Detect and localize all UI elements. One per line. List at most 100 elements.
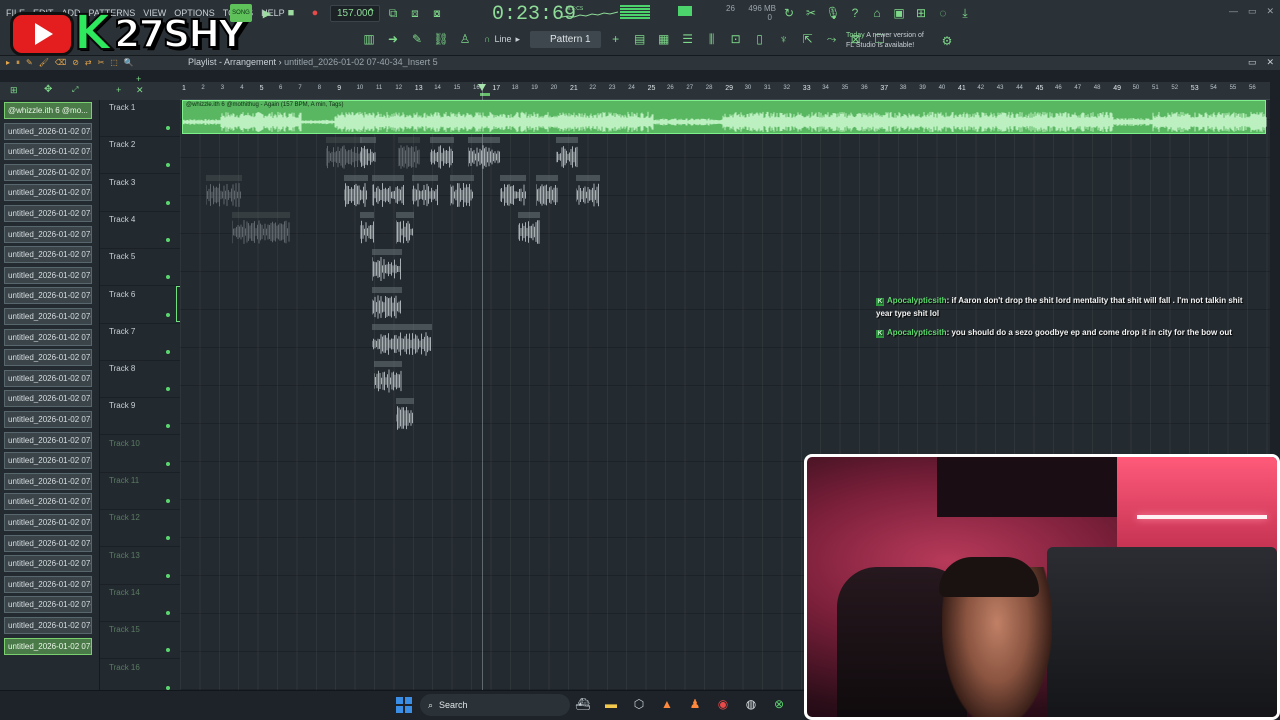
picker-item[interactable]: untitled_2026-01-02 07-... xyxy=(4,431,92,449)
download-icon[interactable]: ⤓ xyxy=(956,4,974,22)
track-mute-led[interactable] xyxy=(166,610,170,615)
pattern-selector[interactable]: Pattern 1 xyxy=(530,30,601,48)
playlist-tool-slip-icon[interactable]: ⇄ xyxy=(85,58,92,68)
plugin-picker-icon[interactable]: ♆ xyxy=(775,30,793,48)
picker-item[interactable]: untitled_2026-01-02 07-... xyxy=(4,493,92,511)
audio-clip[interactable] xyxy=(398,137,420,171)
piano-roll-icon[interactable]: ▥ xyxy=(360,30,378,48)
audio-clip[interactable] xyxy=(372,249,402,283)
wait-input-icon[interactable]: ⧉ xyxy=(384,4,402,22)
track-mute-led[interactable] xyxy=(166,312,170,317)
playlist-menu-icon[interactable]: ▸ xyxy=(6,58,10,68)
refresh-icon[interactable]: ↻ xyxy=(780,4,798,22)
chrome-icon[interactable]: ◉ xyxy=(714,695,732,713)
obs-icon[interactable]: ◍ xyxy=(742,695,760,713)
picker-item[interactable]: untitled_2026-01-02 07-... xyxy=(4,143,92,161)
mixer-view-icon[interactable]: ☰ xyxy=(679,30,697,48)
track-collapse-icon[interactable]: ✕ xyxy=(136,85,144,96)
audio-clip[interactable] xyxy=(374,361,402,395)
file-explorer-icon[interactable]: ▬ xyxy=(602,695,620,713)
track-header[interactable]: Track 3 xyxy=(100,175,180,212)
playlist-tool-paint-icon[interactable]: 🖌 xyxy=(39,58,49,68)
audio-clip[interactable] xyxy=(536,174,558,209)
taskbar-search[interactable]: ⌕ Search xyxy=(420,694,570,716)
playlist-tool-select-icon[interactable]: ⬚ xyxy=(110,58,118,68)
picker-item[interactable]: untitled_2026-01-02 07-... xyxy=(4,328,92,346)
track-header[interactable]: Track 6 xyxy=(100,287,180,324)
track-mute-led[interactable] xyxy=(166,499,170,503)
plugin-icon[interactable]: ⌂ xyxy=(868,4,886,22)
playlist-icon[interactable]: ▤ xyxy=(631,30,649,48)
track-header[interactable]: Track 5 xyxy=(100,249,180,287)
blend-notes-icon[interactable]: ⧇ xyxy=(428,4,446,22)
track-header[interactable]: Track 14 xyxy=(100,585,180,622)
playhead-line[interactable] xyxy=(482,82,483,690)
track-mute-led[interactable] xyxy=(166,536,170,541)
audio-clip[interactable] xyxy=(232,211,290,246)
track-name[interactable]: Track 14 xyxy=(109,588,140,597)
track-name[interactable]: Track 13 xyxy=(109,551,140,560)
chat-icon[interactable]: ◌ xyxy=(934,4,952,22)
audio-clip[interactable] xyxy=(372,174,404,209)
audio-clip[interactable] xyxy=(360,137,376,171)
audio-clip[interactable] xyxy=(206,174,242,209)
audio-clip[interactable] xyxy=(372,286,402,321)
audio-clip[interactable] xyxy=(556,137,578,171)
track-mute-led[interactable] xyxy=(166,163,170,168)
track-header[interactable]: Track 1 xyxy=(100,100,180,137)
audio-clip[interactable] xyxy=(576,174,600,209)
mixer-icon[interactable]: ⊞ xyxy=(912,4,930,22)
help-icon[interactable]: ? xyxy=(846,4,864,22)
picker-item[interactable]: untitled_2026-01-02 07-... xyxy=(4,596,92,614)
picker-item[interactable]: untitled_2026-01-02 07-... xyxy=(4,205,92,222)
snap-mode-select[interactable]: ∩ Line ▸ xyxy=(480,34,524,45)
track-name[interactable]: Track 2 xyxy=(109,140,135,149)
track-mute-led[interactable] xyxy=(166,648,170,653)
save-icon[interactable]: ▣ xyxy=(890,4,908,22)
stop-icon[interactable]: ■ xyxy=(282,4,300,22)
picker-item[interactable]: untitled_2026-01-02 07-... xyxy=(4,122,92,140)
track-mute-led[interactable] xyxy=(166,200,170,205)
picker-item[interactable]: untitled_2026-01-02 07-... xyxy=(4,390,92,408)
fl-studio-icon[interactable]: ♟ xyxy=(686,695,704,713)
timeline-ruler[interactable]: 1 2 3 4 5 6 7 8 9 10 11 12 13 14 15 16 17 18 19 20 21 22 23 24 2… xyxy=(180,82,1270,100)
track-header[interactable]: Track 13 xyxy=(100,548,180,585)
track-header[interactable]: Track 8 xyxy=(100,361,180,399)
update-notice[interactable]: Today A newer version of FL Studio is av… xyxy=(846,31,924,51)
picker-item[interactable]: untitled_2026-01-02 07-... xyxy=(4,163,92,181)
play-icon[interactable]: ▶ xyxy=(258,4,276,22)
picker-item[interactable]: untitled_2026-01-02 07-... xyxy=(4,452,92,470)
track-name[interactable]: Track 11 xyxy=(109,476,139,485)
settings-app-icon[interactable]: ⬡ xyxy=(630,695,648,713)
picker-item[interactable]: @whizzle.ith 6 @mo... xyxy=(4,102,92,119)
track-mute-led[interactable] xyxy=(166,387,170,392)
playlist-close-icon[interactable]: ✕ xyxy=(1266,57,1274,68)
track-mute-led[interactable] xyxy=(166,237,170,242)
microphone-icon[interactable]: 🎙 xyxy=(824,4,842,22)
minimize-icon[interactable]: — xyxy=(1229,6,1238,17)
picker-item[interactable]: untitled_2026-01-02 07-... xyxy=(4,246,92,264)
audio-clip[interactable] xyxy=(450,174,474,209)
record-icon[interactable]: ● xyxy=(306,4,324,22)
channel-rack-icon[interactable]: ▦ xyxy=(655,30,673,48)
track-name[interactable]: Track 6 xyxy=(109,290,135,299)
picker-item[interactable]: untitled_2026-01-02 07-... xyxy=(4,534,92,552)
picker-item[interactable]: untitled_2026-01-02 07-... xyxy=(4,617,92,634)
track-name[interactable]: Track 16 xyxy=(109,663,140,672)
playlist-tool-mute-icon[interactable]: ⊘ xyxy=(72,58,79,68)
track-header[interactable]: Track 2 xyxy=(100,137,180,175)
track-name[interactable]: Track 4 xyxy=(109,215,135,224)
audio-clip[interactable] xyxy=(396,398,414,432)
file-icon[interactable]: ▯ xyxy=(751,30,769,48)
track-header[interactable]: Track 4 xyxy=(100,212,180,249)
add-pattern-icon[interactable]: + xyxy=(607,30,625,48)
track-mute-led[interactable] xyxy=(166,126,170,130)
audio-clip[interactable] xyxy=(430,137,454,171)
gear-icon[interactable]: ⚙ xyxy=(938,32,956,50)
link-icon[interactable]: ⛓ xyxy=(432,30,450,48)
app-a-icon[interactable]: ▲ xyxy=(658,695,676,713)
picker-item[interactable]: untitled_2026-01-02 07-... xyxy=(4,637,92,655)
playhead-marker[interactable] xyxy=(478,84,486,91)
track-name[interactable]: Track 1 xyxy=(109,103,135,112)
playlist-pause-icon[interactable]: ⏸ xyxy=(16,58,20,68)
